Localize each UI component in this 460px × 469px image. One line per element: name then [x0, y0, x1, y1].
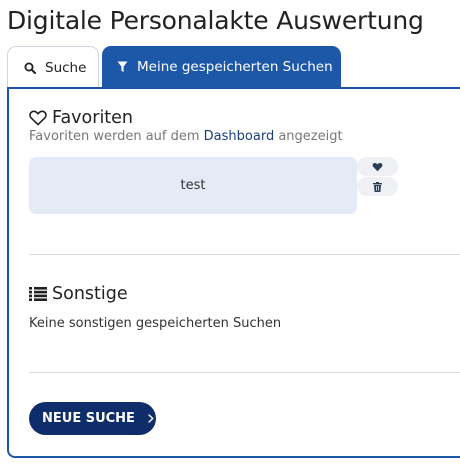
chevron-right-icon: [148, 414, 154, 423]
trash-icon: [373, 181, 382, 192]
saved-search-label: test: [180, 178, 206, 193]
tab-search[interactable]: Suche: [7, 46, 99, 88]
heart-icon: [372, 162, 383, 172]
favorites-hint-after: angezeigt: [278, 129, 343, 144]
favorites-heading: Favoriten: [29, 108, 133, 128]
other-empty-text: Keine sonstigen gespeicherten Suchen: [29, 316, 282, 331]
saved-search-card[interactable]: test: [29, 157, 357, 214]
tab-search-label: Suche: [45, 59, 87, 76]
section-divider: [29, 254, 460, 255]
tab-saved-searches[interactable]: Meine gespeicherten Suchen: [102, 46, 341, 88]
filter-icon: [117, 61, 137, 73]
new-search-label: NEUE SUCHE: [42, 411, 135, 426]
delete-search-button[interactable]: [357, 177, 398, 196]
favorites-title: Favoriten: [52, 108, 134, 128]
dashboard-link[interactable]: Dashboard: [204, 129, 275, 144]
section-divider-bottom: [29, 372, 460, 373]
search-icon: [24, 62, 45, 74]
heart-outline-icon: [29, 110, 52, 126]
tab-saved-label: Meine gespeicherten Suchen: [137, 59, 333, 75]
favorites-hint: Favoriten werden auf dem Dashboard angez…: [29, 129, 343, 144]
new-search-button[interactable]: NEUE SUCHE: [29, 402, 156, 435]
favorites-hint-before: Favoriten werden auf dem: [29, 129, 200, 144]
other-title: Sonstige: [52, 284, 128, 304]
list-icon: [29, 287, 52, 301]
other-heading: Sonstige: [29, 284, 128, 304]
favorite-toggle-button[interactable]: [357, 157, 398, 176]
page-title: Digitale Personalakte Auswertung: [7, 6, 424, 35]
